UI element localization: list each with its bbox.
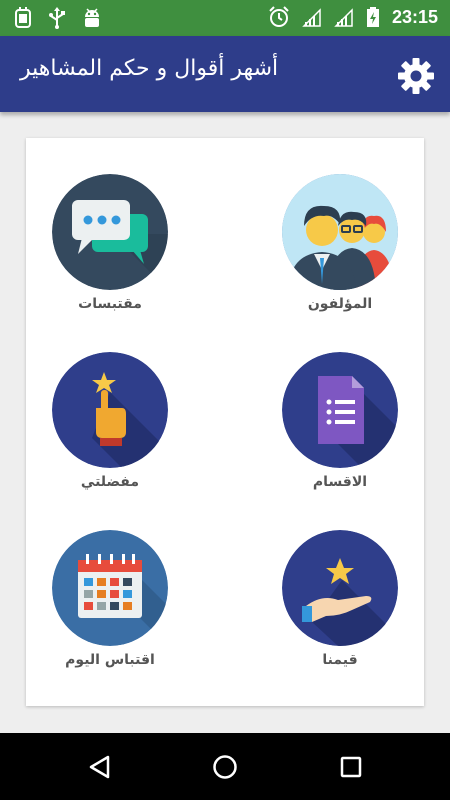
alarm-icon — [268, 6, 290, 28]
tile-quotes[interactable]: مقتبسات — [30, 174, 190, 324]
clock-time: 23:15 — [391, 6, 438, 27]
tile-label: قيمنا — [322, 652, 358, 668]
tile-label: الاقسام — [312, 474, 368, 490]
settings-button[interactable] — [396, 56, 436, 96]
tile-label: اقتباس اليوم — [65, 652, 155, 668]
recents-button[interactable] — [337, 753, 365, 781]
android-icon — [82, 7, 102, 29]
gear-icon — [398, 58, 434, 94]
recents-square-icon — [340, 756, 362, 778]
hand-star-icon — [52, 352, 168, 468]
status-bar: 23:15 — [0, 0, 450, 36]
tile-label: مفضلتي — [80, 474, 140, 490]
android-debug-icon — [14, 7, 32, 29]
tile-categories[interactable]: الاقسام — [260, 352, 420, 502]
status-bar-left-icons — [14, 7, 102, 29]
tile-quote-of-day[interactable]: اقتباس اليوم — [30, 530, 190, 680]
signal-icon — [334, 6, 354, 28]
calendar-icon — [52, 530, 168, 646]
home-button[interactable] — [211, 753, 239, 781]
status-bar-right-icons: 23:15 — [268, 6, 438, 28]
hand-star-icon — [282, 530, 398, 646]
tile-label: مقتبسات — [78, 296, 142, 312]
signal-icon — [302, 6, 322, 28]
document-list-icon — [282, 352, 398, 468]
battery-charging-icon — [366, 6, 380, 28]
tile-authors[interactable]: المؤلفون — [260, 174, 420, 324]
people-icon — [282, 174, 398, 290]
tile-label: المؤلفون — [307, 296, 373, 312]
chat-bubbles-icon — [52, 174, 168, 290]
app-title: أشهر أقوال و حكم المشاهير — [20, 56, 279, 81]
back-button[interactable] — [86, 753, 114, 781]
app-bar: أشهر أقوال و حكم المشاهير — [0, 36, 450, 112]
back-triangle-icon — [89, 755, 110, 779]
menu-card: المؤلفون مقتبسات الاقسام مفضلتي قيمنا اق… — [26, 138, 424, 706]
home-circle-icon — [213, 755, 237, 779]
tile-rate[interactable]: قيمنا — [260, 530, 420, 680]
tile-favorites[interactable]: مفضلتي — [30, 352, 190, 502]
usb-icon — [48, 7, 66, 29]
navigation-bar — [0, 733, 450, 800]
